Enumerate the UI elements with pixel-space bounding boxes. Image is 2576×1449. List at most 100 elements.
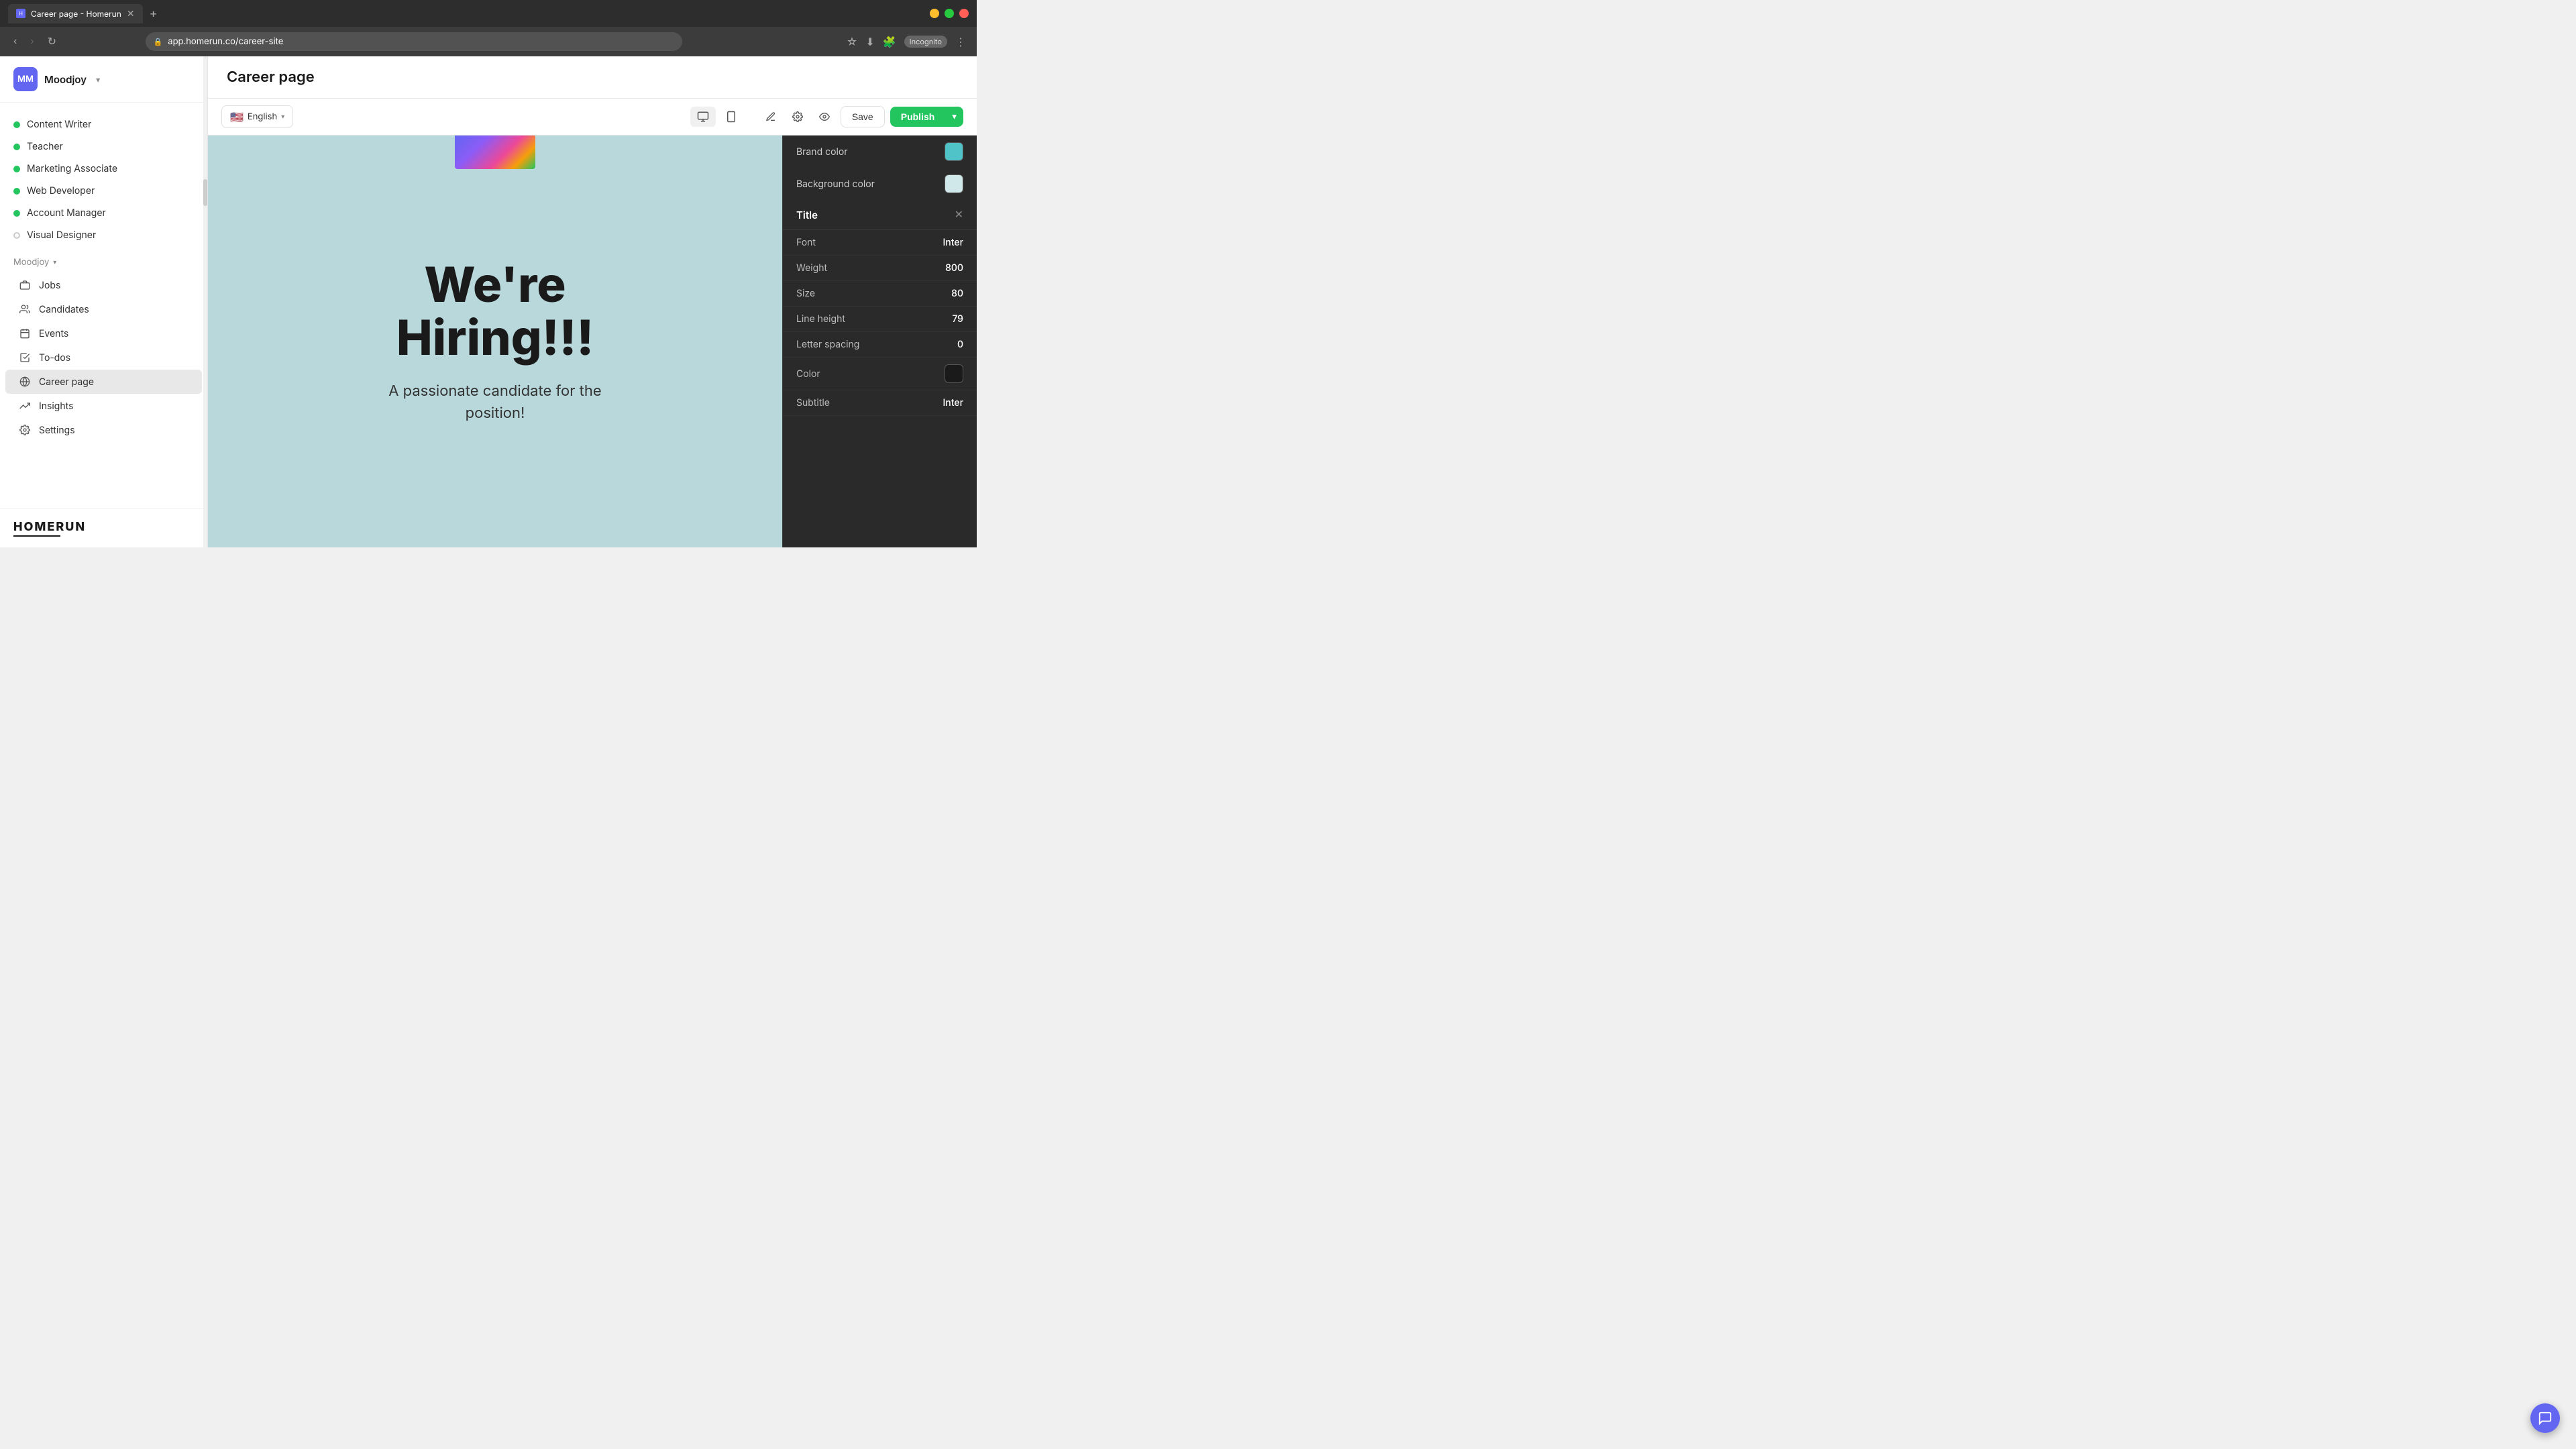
sidebar-scroll: Content Writer Teacher Marketing Associa…	[0, 103, 207, 508]
maximize-button[interactable]: □	[945, 9, 954, 18]
chat-button[interactable]	[2530, 1403, 2560, 1433]
sidebar-item-label: Candidates	[39, 304, 89, 315]
lock-icon: 🔒	[154, 37, 163, 46]
subtitle-label: Subtitle	[796, 397, 830, 409]
sidebar-item-candidates[interactable]: Candidates	[5, 297, 202, 321]
browser-tab-active[interactable]: H Career page - Homerun ✕	[8, 4, 143, 23]
sidebar-item-label: Events	[39, 328, 68, 339]
avatar: MM	[13, 67, 38, 91]
trending-up-icon	[19, 400, 31, 412]
globe-icon	[19, 376, 31, 388]
settings-icon	[19, 424, 31, 436]
forward-button[interactable]: ›	[28, 33, 36, 50]
title-section-header: Title ✕	[783, 200, 977, 230]
status-dot-active	[13, 121, 20, 128]
background-color-swatch[interactable]	[945, 174, 963, 193]
tab-close-button[interactable]: ✕	[127, 8, 135, 19]
job-name: Visual Designer	[27, 229, 96, 241]
minimize-button[interactable]: −	[930, 9, 939, 18]
incognito-badge: Incognito	[904, 36, 947, 48]
language-label: English	[248, 111, 277, 122]
subtitle-row: Subtitle Inter	[783, 390, 977, 416]
list-item[interactable]: Account Manager	[0, 202, 207, 224]
save-button[interactable]: Save	[841, 106, 885, 127]
toolbar-actions: Save Publish ▾	[760, 106, 963, 127]
publish-dropdown-button[interactable]: ▾	[945, 107, 963, 127]
size-row: Size 80	[783, 281, 977, 307]
status-dot-active	[13, 144, 20, 150]
reload-button[interactable]: ↻	[45, 32, 59, 51]
homerun-logo-underline	[13, 535, 60, 537]
list-item[interactable]: Web Developer	[0, 180, 207, 202]
tab-title: Career page - Homerun	[31, 9, 121, 19]
sidebar-scrollbar[interactable]	[203, 56, 207, 547]
job-name: Marketing Associate	[27, 163, 117, 174]
list-item[interactable]: Teacher	[0, 136, 207, 158]
browser-tabs: H Career page - Homerun ✕ +	[8, 4, 919, 23]
letter-spacing-label: Letter spacing	[796, 339, 859, 350]
sidebar-item-insights[interactable]: Insights	[5, 394, 202, 418]
close-button[interactable]: ✕	[959, 9, 969, 18]
sidebar-item-career-page[interactable]: Career page	[5, 370, 202, 394]
list-item[interactable]: Content Writer	[0, 113, 207, 136]
company-section-label: Moodjoy	[13, 257, 49, 268]
sidebar-item-label: To-dos	[39, 352, 70, 364]
color-label: Color	[796, 368, 820, 380]
sidebar-item-jobs[interactable]: Jobs	[5, 273, 202, 297]
brand-color-swatch[interactable]	[945, 142, 963, 161]
title-section-label: Title	[796, 209, 818, 221]
job-list: Content Writer Teacher Marketing Associa…	[0, 108, 207, 252]
mobile-view-button[interactable]	[718, 107, 744, 127]
weight-label: Weight	[796, 262, 827, 274]
page-header: Career page	[208, 56, 977, 99]
size-value: 80	[951, 288, 963, 299]
language-selector[interactable]: 🇺🇸 English ▾	[221, 105, 293, 128]
color-preview-swatch[interactable]	[945, 364, 963, 383]
brand-color-label: Brand color	[796, 146, 848, 158]
url-text: app.homerun.co/career-site	[168, 36, 283, 47]
new-tab-button[interactable]: +	[146, 7, 162, 21]
preview-icon-button[interactable]	[814, 106, 835, 127]
preview-title-line2: Hiring!!!	[396, 309, 594, 367]
sidebar-item-label: Jobs	[39, 280, 60, 291]
briefcase-icon	[19, 279, 31, 291]
sidebar-item-settings[interactable]: Settings	[5, 418, 202, 442]
homerun-logo: HOMERUN	[13, 520, 194, 534]
bookmark-icon[interactable]: ☆	[847, 35, 858, 48]
title-section-row: Title ✕	[796, 208, 963, 221]
desktop-view-button[interactable]	[690, 107, 716, 127]
flag-icon: 🇺🇸	[230, 110, 244, 123]
publish-button[interactable]: Publish	[890, 107, 946, 127]
sidebar-company-section[interactable]: Moodjoy ▾	[0, 252, 207, 270]
sidebar-item-events[interactable]: Events	[5, 321, 202, 345]
sidebar-header: MM Moodjoy ▾	[0, 56, 207, 103]
extensions-icon[interactable]: 🧩	[883, 35, 896, 48]
list-item[interactable]: Visual Designer	[0, 224, 207, 246]
publish-group: Publish ▾	[890, 107, 963, 127]
list-item[interactable]: Marketing Associate	[0, 158, 207, 180]
status-dot-active	[13, 166, 20, 172]
preview-subtitle: A passionate candidate for theposition!	[388, 380, 601, 425]
tab-favicon: H	[16, 9, 25, 18]
address-bar[interactable]: 🔒 app.homerun.co/career-site	[146, 32, 682, 51]
back-button[interactable]: ‹	[11, 33, 19, 50]
sidebar-item-todos[interactable]: To-dos	[5, 345, 202, 370]
company-chevron-icon[interactable]: ▾	[96, 74, 100, 85]
edit-icon-button[interactable]	[760, 106, 782, 127]
preview-top-image	[455, 136, 535, 169]
address-bar-actions: ☆ ⬇ 🧩 Incognito ⋮	[847, 35, 966, 48]
font-value: Inter	[943, 237, 963, 248]
font-label: Font	[796, 237, 816, 248]
preview-title-line1: We're	[424, 256, 566, 314]
sidebar-item-label: Settings	[39, 425, 75, 436]
job-name: Web Developer	[27, 185, 95, 197]
menu-icon[interactable]: ⋮	[955, 35, 966, 48]
title-section-close-button[interactable]: ✕	[955, 208, 963, 221]
preview-title: We're Hiring!!!	[396, 258, 594, 364]
device-buttons	[690, 107, 744, 127]
settings-icon-button[interactable]	[787, 106, 808, 127]
section-chevron-icon: ▾	[53, 258, 56, 266]
download-icon[interactable]: ⬇	[865, 35, 874, 48]
preview-area: We're Hiring!!! A passionate candidate f…	[208, 136, 782, 547]
color-row: Color	[783, 358, 977, 390]
